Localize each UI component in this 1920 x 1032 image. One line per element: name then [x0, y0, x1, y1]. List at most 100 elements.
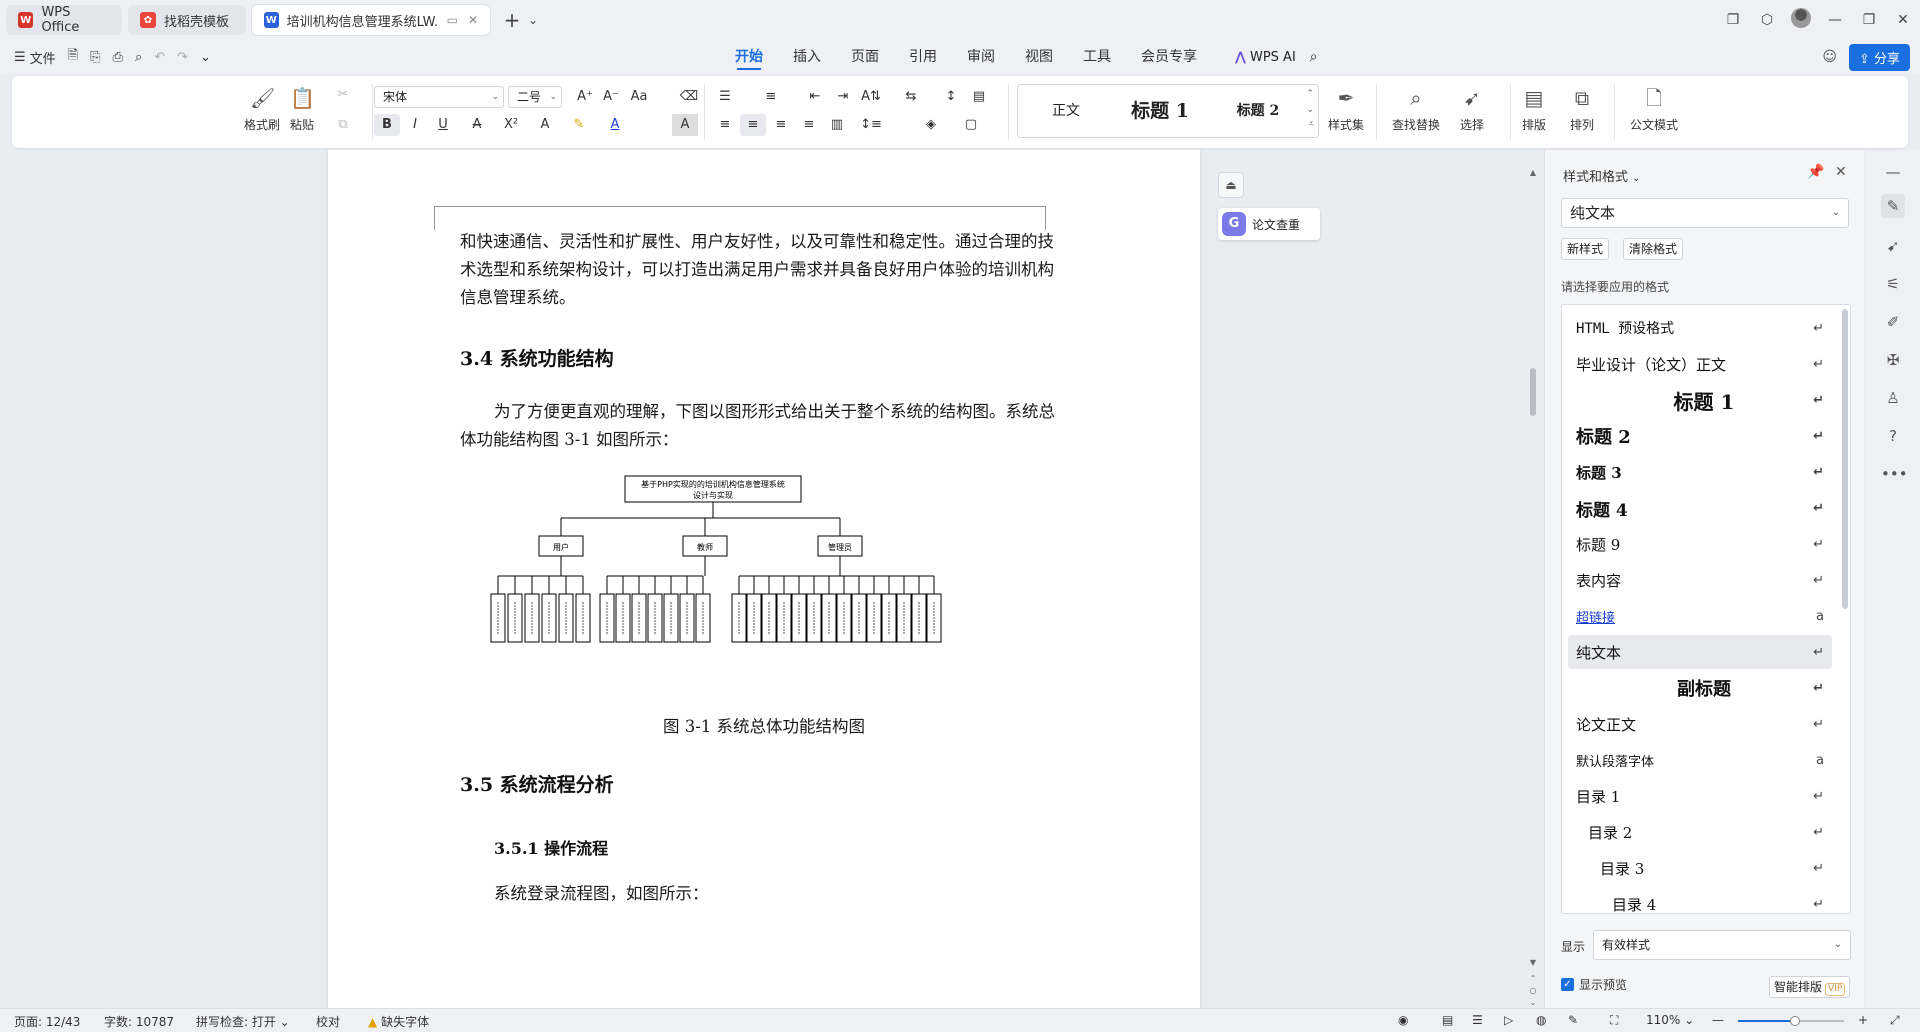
proofread[interactable]: 校对	[316, 1013, 340, 1030]
style-item-subtitle[interactable]: 副标题 ↵	[1568, 671, 1832, 705]
close-panel-icon[interactable]: ✕	[1835, 164, 1847, 180]
font-name-select[interactable]: 宋体 ⌄	[374, 86, 504, 108]
fit-page-icon[interactable]: ⛶	[1610, 1013, 1618, 1028]
chat-icon[interactable]: ☺	[1822, 49, 1837, 65]
style-item-hyperlink[interactable]: 超链接 a	[1568, 599, 1832, 633]
style-set-button[interactable]: ✒ 样式集	[1328, 86, 1364, 133]
increase-indent-icon[interactable]: ⇥	[830, 86, 856, 108]
select-cursor-icon[interactable]: ➹	[1881, 234, 1905, 258]
customize-chevron-icon[interactable]: ⌄	[200, 50, 211, 65]
format-painter-button[interactable]: 🖌 格式刷	[244, 86, 280, 133]
scroll-down-icon[interactable]: ▼	[1528, 958, 1538, 967]
align-left-icon[interactable]: ≡	[712, 114, 738, 136]
paste-button[interactable]: 📋 粘贴	[290, 86, 315, 133]
bold-icon[interactable]: B	[374, 114, 400, 136]
more-icon[interactable]: •••	[1881, 462, 1908, 486]
zoom-in-icon[interactable]: +	[1858, 1013, 1868, 1027]
style-item-heading-4[interactable]: 标题 4 ↵	[1568, 491, 1832, 525]
arrange-button[interactable]: ⧉ 排列	[1570, 86, 1594, 133]
style-item-plain-text[interactable]: 纯文本 ↵	[1568, 635, 1832, 669]
word-count[interactable]: 字数: 10787	[104, 1013, 174, 1030]
zoom-out-icon[interactable]: —	[1712, 1013, 1724, 1027]
prev-page-icon[interactable]: ⌃	[1528, 974, 1538, 983]
style-item-heading-1[interactable]: 标题 1 ↵	[1568, 383, 1832, 417]
cut-icon[interactable]: ✂	[330, 84, 356, 106]
play-icon[interactable]: ▷	[1504, 1013, 1513, 1027]
tab-wps-office[interactable]: W WPS Office	[6, 5, 122, 35]
select-button[interactable]: ➹ 选择	[1460, 86, 1484, 133]
char-shading-icon[interactable]: A	[672, 114, 698, 136]
paragraph[interactable]: 系统登录流程图，如图所示：	[494, 880, 1102, 908]
scroll-thumb[interactable]	[1530, 368, 1536, 416]
outline-view-icon[interactable]: ☰	[1472, 1013, 1483, 1027]
undo-icon[interactable]: ↶	[154, 50, 165, 65]
style-item-table-content[interactable]: 表内容 ↵	[1568, 563, 1832, 597]
edit-image-icon[interactable]: ✐	[1881, 310, 1905, 334]
maximize-icon[interactable]: ❐	[1852, 12, 1886, 28]
sort-icon[interactable]: ↕	[938, 86, 964, 108]
shirt-icon[interactable]: ♙	[1881, 386, 1905, 410]
search-icon[interactable]: ⌕	[1310, 49, 1318, 65]
show-preview-checkbox[interactable]: ✓ 显示预览	[1561, 976, 1627, 993]
style-heading-2[interactable]: 标题 2	[1218, 85, 1298, 137]
web-view-icon[interactable]: ◍	[1536, 1013, 1546, 1027]
style-item-toc-2[interactable]: 目录 2 ↵	[1568, 815, 1832, 849]
collapse-icon[interactable]: ⏏	[1218, 172, 1244, 198]
missing-font[interactable]: ▲ 缺失字体	[368, 1013, 429, 1030]
tab-home[interactable]: 开始	[735, 40, 763, 74]
scroll-up-icon[interactable]: ▲	[1528, 168, 1538, 177]
heading-3-4[interactable]: 3.4 系统功能结构	[460, 344, 614, 371]
style-list-scrollbar[interactable]	[1842, 309, 1848, 609]
style-item-paper-body[interactable]: 论文正文 ↵	[1568, 707, 1832, 741]
print-icon[interactable]: ⎙	[113, 50, 123, 65]
style-item-toc-4[interactable]: 目录 4 ↵	[1568, 887, 1832, 914]
chinese-layout-icon[interactable]: A⇅	[858, 86, 884, 108]
collapse-rail-icon[interactable]: —	[1881, 160, 1905, 184]
new-style-button[interactable]: 新样式	[1561, 238, 1610, 260]
style-item-html-preformatted[interactable]: HTML 预设格式 ↵	[1568, 311, 1832, 345]
paragraph[interactable]: 为了方便更直观的理解，下图以图形形式给出关于整个系统的结构图。系统总体功能结构图…	[460, 398, 1068, 454]
tab-references[interactable]: 引用	[909, 40, 937, 74]
align-center-icon[interactable]: ≡	[740, 114, 766, 136]
clear-format-button[interactable]: 清除格式	[1623, 238, 1684, 260]
document-page[interactable]: 和快速通信、灵活性和扩展性、用户友好性，以及可靠性和稳定性。通过合理的技术选型和…	[328, 150, 1200, 1008]
save-icon[interactable]: 🗎	[68, 46, 78, 68]
numbered-list-icon[interactable]: ≡	[758, 86, 784, 108]
function-structure-diagram[interactable]: 基于PHP实现的的培训机构信息管理系统 设计与实现 用户 教师 管理员	[488, 470, 1108, 680]
font-color-icon[interactable]: A	[602, 114, 628, 136]
show-filter-select[interactable]: 有效样式 ⌄	[1593, 930, 1851, 960]
vertical-scrollbar[interactable]: ▲ ▼ ⌃ ○ ⌄	[1528, 168, 1538, 1008]
text-effect-icon[interactable]: A	[532, 114, 558, 136]
help-icon[interactable]: ?	[1881, 424, 1905, 448]
hamburger-icon[interactable]: ☰	[14, 50, 26, 65]
heading-3-5[interactable]: 3.5 系统流程分析	[460, 770, 614, 797]
strikethrough-icon[interactable]: A	[464, 114, 490, 136]
style-heading-1[interactable]: 标题 1	[1112, 85, 1208, 137]
gallery-expand-icon[interactable]: ⩡	[1309, 119, 1314, 129]
change-case-icon[interactable]: Aa	[626, 86, 652, 108]
zoom-slider-handle[interactable]	[1790, 1016, 1800, 1026]
align-right-icon[interactable]: ≡	[768, 114, 794, 136]
justify-icon[interactable]: ≡	[796, 114, 822, 136]
minimize-icon[interactable]: —	[1818, 12, 1852, 28]
style-item-heading-9[interactable]: 标题 9 ↵	[1568, 527, 1832, 561]
current-style-select[interactable]: 纯文本 ⌄	[1561, 198, 1849, 228]
style-item-thesis-body[interactable]: 毕业设计（论文）正文 ↵	[1568, 347, 1832, 381]
paper-check-button[interactable]: G 论文查重	[1218, 208, 1320, 240]
select-browse-icon[interactable]: ○	[1528, 986, 1538, 995]
style-item-default-font[interactable]: 默认段落字体 a	[1568, 743, 1832, 777]
shrink-font-icon[interactable]: A⁻	[598, 86, 624, 108]
style-item-heading-3[interactable]: 标题 3 ↵	[1568, 455, 1832, 489]
style-item-toc-1[interactable]: 目录 1 ↵	[1568, 779, 1832, 813]
tab-member[interactable]: 会员专享	[1141, 40, 1197, 74]
sliders-icon[interactable]: ⚟	[1881, 272, 1905, 296]
superscript-icon[interactable]: X²	[498, 114, 524, 136]
avatar[interactable]	[1784, 8, 1818, 32]
pen-icon[interactable]: ✎	[1568, 1013, 1578, 1027]
style-normal[interactable]: 正文	[1034, 85, 1098, 137]
layout-button[interactable]: ▤ 排版	[1522, 86, 1546, 133]
fullscreen-icon[interactable]: ⤢	[1890, 1013, 1900, 1028]
tab-list-chevron-icon[interactable]: ⌄	[524, 13, 542, 27]
underline-icon[interactable]: U	[430, 114, 456, 136]
close-window-icon[interactable]: ✕	[1886, 12, 1920, 28]
